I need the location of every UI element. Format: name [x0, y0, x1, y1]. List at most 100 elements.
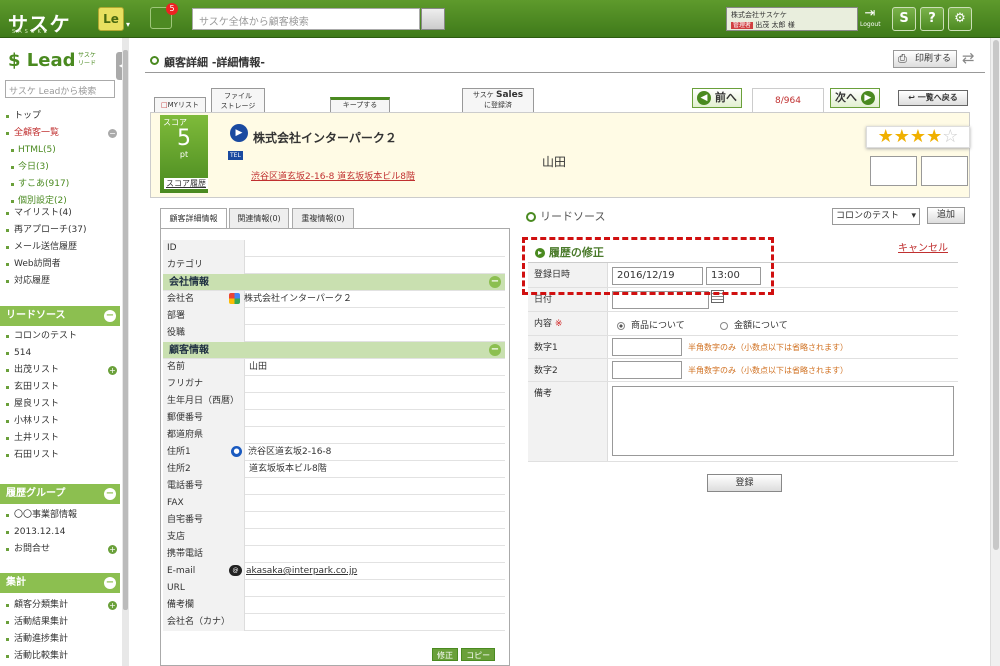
tab-duplicates[interactable]: 重複情報(0)	[292, 208, 354, 228]
play-icon[interactable]: ▶	[230, 124, 248, 142]
group-item[interactable]: 2013.12.14	[0, 524, 120, 541]
section-lead-source[interactable]: リードソース −	[0, 306, 120, 326]
map-pin-icon[interactable]: ●	[231, 446, 242, 457]
lead-item[interactable]: 土井リスト	[0, 430, 120, 447]
mail-icon[interactable]: @	[229, 565, 242, 576]
remarks-textarea[interactable]	[612, 386, 954, 456]
chevron-down-icon[interactable]: ▾	[126, 20, 130, 29]
refresh-icon[interactable]: ⇄	[962, 49, 975, 67]
sidebar-item-score[interactable]: すこあ(917)	[0, 176, 120, 193]
lead-item[interactable]: 出茂リスト +	[0, 362, 120, 379]
google-icon[interactable]	[229, 293, 240, 304]
lead-item[interactable]: 玄田リスト	[0, 379, 120, 396]
minus-icon[interactable]: −	[489, 344, 501, 356]
scrollbar-thumb[interactable]	[993, 40, 999, 550]
form-label: 数字2	[528, 359, 608, 381]
customer-address-link[interactable]: 渋谷区道玄坂2-16-8 道玄坂坂本ビル8階	[251, 169, 415, 182]
minus-icon[interactable]: −	[104, 310, 116, 322]
minus-icon[interactable]: −	[104, 488, 116, 500]
gear-icon[interactable]: ⚙	[948, 7, 972, 31]
plus-icon[interactable]: +	[108, 545, 117, 554]
email-link[interactable]: akasaka@interpark.co.jp	[246, 566, 357, 576]
number1-input[interactable]	[612, 338, 682, 356]
sasuke-icon[interactable]: S	[892, 7, 916, 31]
table-row: 備考欄	[163, 597, 505, 614]
bullet-icon	[526, 212, 536, 222]
global-search-input[interactable]: サスケ全体から顧客検索	[192, 8, 420, 30]
number2-input[interactable]	[612, 361, 682, 379]
copy-button[interactable]: コピー	[461, 648, 496, 661]
back-to-list-button[interactable]: ↩ 一覧へ戻る	[898, 90, 968, 106]
add-button[interactable]: 追加	[927, 207, 965, 224]
sidebar-item-top[interactable]: トップ	[0, 108, 120, 125]
table-row: 支店	[163, 529, 505, 546]
minus-icon[interactable]: −	[489, 276, 501, 288]
record-count: 8/964	[752, 88, 824, 112]
lead-item[interactable]: 小林リスト	[0, 413, 120, 430]
minus-icon[interactable]: −	[104, 577, 116, 589]
print-button[interactable]: ⎙ 印刷する	[893, 50, 957, 68]
minus-icon[interactable]: −	[108, 129, 117, 138]
form-label: 数字1	[528, 336, 608, 358]
next-button[interactable]: 次へ ▶	[830, 88, 880, 108]
lead-item[interactable]: 石田リスト	[0, 447, 120, 464]
cancel-link[interactable]: キャンセル	[898, 239, 948, 254]
total-item[interactable]: 顧客分類集計 +	[0, 597, 120, 614]
sidebar-item-mylist[interactable]: マイリスト(4)	[0, 205, 120, 222]
lead-item[interactable]: 514	[0, 345, 120, 362]
tab-keep[interactable]: キープする	[330, 97, 390, 112]
group-item[interactable]: お問合せ +	[0, 541, 120, 558]
section-history-group[interactable]: 履歴グループ −	[0, 484, 120, 504]
app-logo-sub: SASUKE	[12, 29, 50, 35]
sidebar-item-activity[interactable]: 対応履歴	[0, 273, 120, 290]
plus-icon[interactable]: +	[108, 601, 117, 610]
star-rating[interactable]: ★★★★☆	[866, 126, 970, 148]
scrollbar-thumb[interactable]	[123, 50, 128, 610]
tab-sasuke-sales[interactable]: サスケ Sales に登録済	[462, 88, 534, 112]
sidebar-item-reapproach[interactable]: 再アプローチ(37)	[0, 222, 120, 239]
logout-button[interactable]: ⇥ Logout	[860, 6, 881, 32]
lead-item[interactable]: コロンのテスト	[0, 328, 120, 345]
radio-product[interactable]: 商品について	[617, 318, 685, 331]
tab-file-storage[interactable]: ファイル ストレージ	[211, 88, 265, 112]
total-item[interactable]: 活動結果集計	[0, 614, 120, 631]
sidebar-item-html[interactable]: HTML(5)	[0, 142, 120, 159]
section-company[interactable]: 会社情報 −	[163, 274, 505, 291]
number-hint: 半角数字のみ（小数点以下は省略されます）	[688, 343, 848, 352]
lead-source-select[interactable]: コロンのテスト ▾	[832, 208, 920, 225]
lead-logo[interactable]: $ Lead	[8, 50, 76, 71]
total-item[interactable]: 活動進捗集計	[0, 631, 120, 648]
table-row: 生年月日（西暦）	[163, 393, 505, 410]
tel-icon[interactable]: TEL	[228, 151, 243, 160]
tab-mylist[interactable]: □MYリスト	[154, 97, 206, 112]
user-box: 株式会社サスケケ 管理者 出茂 太郎 様	[726, 7, 858, 31]
user-name: 出茂 太郎 様	[755, 21, 795, 29]
tab-customer-detail[interactable]: 顧客詳細情報	[160, 208, 227, 229]
admin-badge: 管理者	[731, 22, 754, 29]
score-history-link[interactable]: スコア履歴	[164, 178, 208, 189]
total-item[interactable]: 活動比較集計	[0, 648, 120, 665]
radio-amount[interactable]: 金額について	[720, 318, 788, 331]
tab-related[interactable]: 関連情報(0)	[229, 208, 289, 228]
prev-button[interactable]: ◀ 前へ	[692, 88, 742, 108]
group-item[interactable]: 〇〇事業部情報	[0, 507, 120, 524]
register-button[interactable]: 登録	[707, 474, 782, 492]
main-scrollbar[interactable]	[990, 38, 1000, 666]
sidebar-search-input[interactable]: サスケ Leadから検索	[5, 80, 115, 98]
search-icon[interactable]	[421, 8, 445, 30]
plus-icon[interactable]: +	[108, 366, 117, 375]
help-icon[interactable]: ?	[920, 7, 944, 31]
table-row: 携帯電話	[163, 546, 505, 563]
section-customer[interactable]: 顧客情報 −	[163, 342, 505, 359]
edit-button[interactable]: 修正	[432, 648, 458, 661]
sidebar-scrollbar[interactable]	[122, 38, 129, 666]
table-row: 役職	[163, 325, 505, 342]
le-button[interactable]: Le	[98, 7, 124, 31]
sidebar-item-all-customers[interactable]: 全顧客一覧 −	[0, 125, 120, 142]
sidebar-item-web-visitors[interactable]: Web訪問者	[0, 256, 120, 273]
lead-item[interactable]: 屋良リスト	[0, 396, 120, 413]
table-row: 会社名 株式会社インターパーク２	[163, 291, 505, 308]
section-totals[interactable]: 集計 −	[0, 573, 120, 593]
sidebar-item-today[interactable]: 今日(3)	[0, 159, 120, 176]
sidebar-item-mail-history[interactable]: メール送信履歴	[0, 239, 120, 256]
